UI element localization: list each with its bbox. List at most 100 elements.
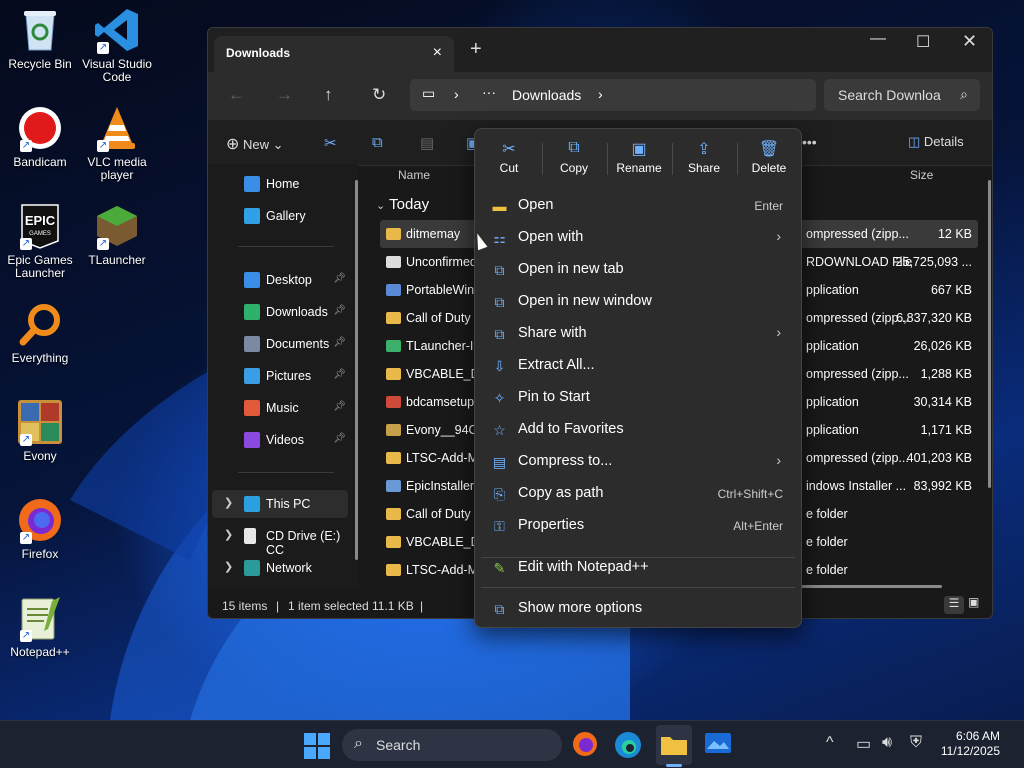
sidebar-item-documents[interactable]: Documents 📌︎ [212,330,348,358]
sidebar-item-downloads[interactable]: Downloads 📌︎ [212,298,348,326]
volume-icon[interactable]: 🔊︎ [882,734,892,752]
desktop-icon-firefox[interactable]: ↗ Firefox [0,496,80,561]
minimize-button[interactable]: — [870,30,886,48]
quick-action-share[interactable]: ⇪ Share [672,139,736,183]
sidebar-item-label: Videos [266,433,304,447]
pin-icon[interactable]: 📌︎ [333,273,346,284]
sidebar-item-videos[interactable]: Videos 📌︎ [212,426,348,454]
quick-action-delete[interactable]: 🗑︎ Delete [737,139,801,183]
sidebar-item-network[interactable]: ❯ Network [212,554,348,582]
desktop-icon-tlauncher[interactable]: ↗ TLauncher [77,202,157,267]
taskbar-file-explorer[interactable] [656,725,692,767]
menu-item-edit-notepadpp[interactable]: ✎ Edit with Notepad++ [479,553,797,583]
sidebar-item-cd-drive[interactable]: ❯ CD Drive (E:) CC [212,522,348,557]
desktop-icon-evony[interactable]: ↗ Evony [0,398,80,463]
close-tab-icon[interactable]: × [433,44,442,62]
item-count: 15 items [222,599,268,613]
navigation-pane: Home Gallery Desktop 📌︎ Downloads 📌︎ Documen… [208,164,358,588]
maximize-button[interactable]: ☐ [916,32,930,52]
new-button[interactable]: ⊕ New ⌄ [226,134,284,154]
file-list-scrollbar[interactable] [988,180,991,488]
desktop-icon-vlc[interactable]: ↗ VLC media player [77,104,157,182]
sidebar-item-music[interactable]: Music 📌︎ [212,394,348,422]
desktop-icon-epic-games[interactable]: EPIC GAMES ↗ Epic Games Launcher [0,202,80,280]
menu-item-share-with[interactable]: ⧉ Share with › [479,319,797,349]
quick-action-label: Rename [616,161,662,175]
menu-item-properties[interactable]: ⚿ Properties Alt+Enter [479,511,797,541]
pin-icon[interactable]: 📌︎ [333,401,346,412]
desktop-icon-recycle-bin[interactable]: Recycle Bin [0,6,80,71]
breadcrumb-downloads[interactable]: Downloads [512,87,581,103]
menu-item-add-to-favorites[interactable]: ☆ Add to Favorites [479,415,797,445]
photos-icon [705,733,731,753]
sidebar-item-desktop[interactable]: Desktop 📌︎ [212,266,348,294]
column-header-size[interactable]: Size [910,168,933,182]
close-window-button[interactable]: ✕ [962,31,977,52]
pin-icon[interactable]: 📌︎ [333,369,346,380]
menu-item-open-in-new-tab[interactable]: ⧉ Open in new tab [479,255,797,285]
menu-item-open[interactable]: ▬ Open Enter [479,191,797,221]
pin-icon[interactable]: 📌︎ [333,305,346,316]
file-name: LTSC-Add-M [406,563,479,577]
sidebar-item-this-pc[interactable]: ❯ This PC [212,490,348,518]
search-box[interactable]: Search Downloa ⌕ [824,79,980,111]
menu-item-show-more-options[interactable]: ⧉ Show more options [479,594,797,624]
copy-icon[interactable]: ⧉ [372,134,383,151]
taskbar-search[interactable]: ⌕ Search [342,729,562,761]
refresh-icon[interactable]: ↻ [372,85,386,105]
sidebar-item-gallery[interactable]: Gallery [212,202,348,230]
cut-icon[interactable]: ✂ [324,134,337,152]
sidebar-item-pictures[interactable]: Pictures 📌︎ [212,362,348,390]
tray-security-icon[interactable]: ⛨ [910,734,922,752]
taskbar-firefox[interactable] [572,731,602,761]
details-button[interactable]: ◫ Details [908,134,964,150]
windows-logo-icon [304,733,330,759]
desktop-icon-notepadpp[interactable]: ↗ Notepad++ [0,594,80,659]
back-arrow-icon[interactable]: ← [228,85,245,105]
tab-downloads[interactable]: Downloads × [214,36,454,72]
forward-arrow-icon[interactable]: → [276,85,293,105]
tray-device-icon[interactable]: ▭ [856,734,871,754]
menu-item-open-with[interactable]: ⚏ Open with › [479,223,797,253]
menu-item-copy-as-path[interactable]: ⎘ Copy as path Ctrl+Shift+C [479,479,797,509]
chevron-right-icon[interactable]: ❯ [224,560,233,573]
taskbar-photos[interactable] [704,731,734,761]
details-view-icon[interactable]: ☰ [944,596,964,614]
more-breadcrumbs-icon[interactable]: ··· [482,84,496,100]
menu-item-open-in-new-window[interactable]: ⧉ Open in new window [479,287,797,317]
file-name: TLauncher-In [406,339,481,353]
menu-item-compress-to[interactable]: ▤ Compress to... › [479,447,797,477]
paste-icon[interactable]: ▤ [420,134,434,152]
desktop-icon-bandicam[interactable]: ↗ Bandicam [0,104,80,169]
menu-item-pin-to-start[interactable]: ✧ Pin to Start [479,383,797,413]
desktop-icon-everything[interactable]: Everything [0,300,80,365]
chevron-right-icon: › [598,86,603,102]
show-hidden-icons-chevron[interactable]: ^ [826,734,834,752]
group-header-today[interactable]: ⌄ Today [376,196,429,213]
column-header-name[interactable]: Name [398,168,430,182]
new-tab-button[interactable]: + [470,38,482,61]
sidebar-scrollbar[interactable] [355,180,358,560]
quick-action-copy[interactable]: ⧉ Copy [542,139,606,183]
more-options-icon[interactable]: ••• [802,134,817,150]
pin-icon[interactable]: 📌︎ [333,337,346,348]
sidebar-item-home[interactable]: Home [212,170,348,198]
clock[interactable]: 6:06 AM 11/12/2025 [941,729,1000,759]
start-button[interactable] [304,733,334,763]
desktop-icon-vscode[interactable]: ↗ Visual Studio Code [77,6,157,84]
menu-item-extract-all[interactable]: ⇩ Extract All... [479,351,797,381]
address-bar[interactable]: ▭ › ··· Downloads › [410,79,816,111]
active-indicator [666,764,682,767]
pin-icon[interactable]: 📌︎ [333,433,346,444]
chevron-right-icon[interactable]: ❯ [224,496,233,509]
tab-title: Downloads [226,46,291,60]
firefox-icon [573,732,597,756]
taskbar-edge[interactable] [614,731,644,761]
title-bar: Downloads × + — ☐ ✕ [208,28,992,72]
up-arrow-icon[interactable]: ↑ [324,85,333,105]
quick-action-rename[interactable]: ▣ Rename [607,139,671,183]
file-size: 30,314 KB [913,395,972,409]
quick-action-cut[interactable]: ✂ Cut [477,139,541,183]
chevron-right-icon[interactable]: ❯ [224,528,233,541]
tiles-view-icon[interactable]: ▣ [968,595,979,609]
